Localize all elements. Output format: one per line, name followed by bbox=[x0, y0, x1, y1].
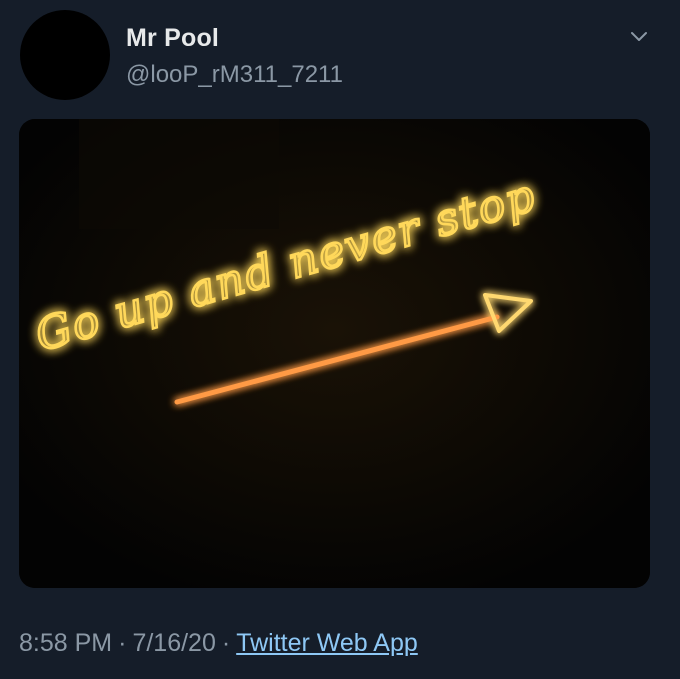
separator: · bbox=[221, 629, 231, 657]
tweet-time[interactable]: 8:58 PM bbox=[19, 629, 112, 657]
user-handle[interactable]: @looP_rM311_7211 bbox=[126, 61, 343, 89]
avatar[interactable] bbox=[20, 10, 110, 100]
tweet-date[interactable]: 7/16/20 bbox=[132, 629, 215, 657]
source-link[interactable]: Twitter Web App bbox=[236, 629, 418, 657]
separator: · bbox=[118, 629, 127, 657]
display-name[interactable]: Mr Pool bbox=[126, 24, 219, 53]
tweet-metadata: 8:58 PM · 7/16/20 · Twitter Web App bbox=[19, 629, 418, 658]
chevron-down-icon[interactable] bbox=[626, 24, 652, 50]
tweet-media-image[interactable]: Go up and never stop bbox=[19, 119, 650, 588]
